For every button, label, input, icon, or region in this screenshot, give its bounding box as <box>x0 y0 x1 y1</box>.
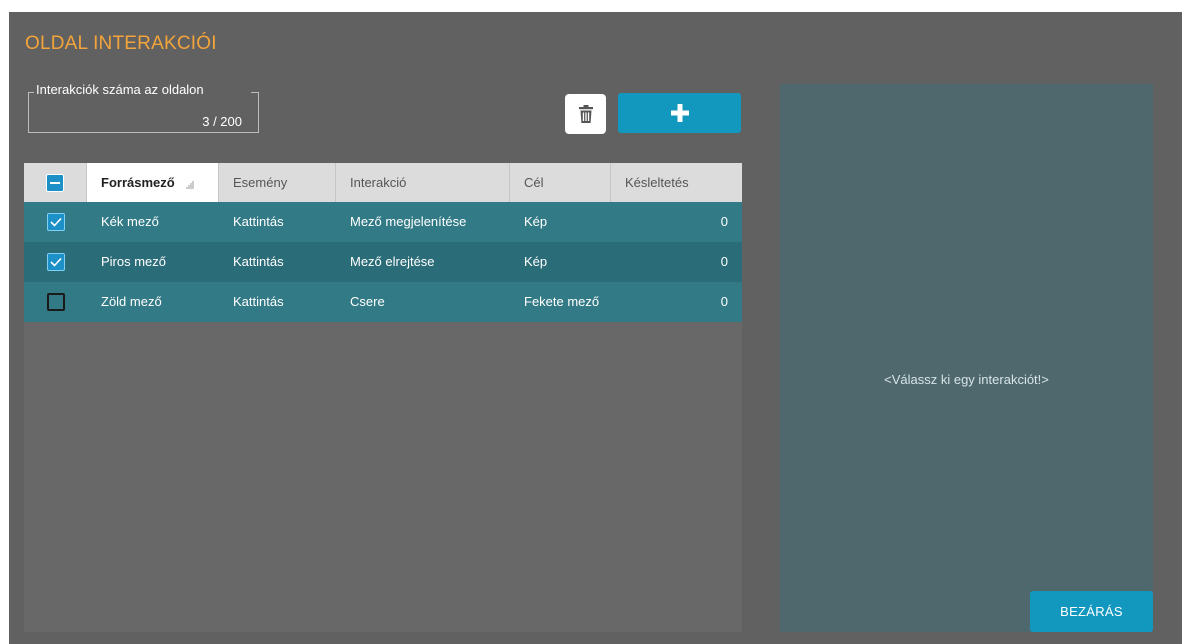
cell-target: Kép <box>524 214 548 229</box>
row-checkbox[interactable] <box>46 253 65 271</box>
cell-source: Zöld mező <box>101 294 162 309</box>
delete-button[interactable] <box>565 94 606 134</box>
plus-icon <box>670 104 689 122</box>
sort-icon <box>186 181 195 189</box>
cell-delay: 0 <box>720 214 728 229</box>
cell-source: Piros mező <box>101 254 167 269</box>
cell-interaction: Mező elrejtése <box>350 254 435 269</box>
cell-source: Kék mező <box>101 214 159 229</box>
row-checkbox[interactable] <box>46 213 65 231</box>
table-row[interactable]: Zöld mező Kattintás Csere Fekete mező 0 <box>24 282 742 322</box>
row-checkbox-cell <box>24 202 87 242</box>
table-row[interactable]: Piros mező Kattintás Mező elrejtése Kép … <box>24 242 742 282</box>
interactions-table: Forrásmező Esemény Interakció Cél Késlel… <box>24 163 742 632</box>
cell-interaction: Csere <box>350 294 385 309</box>
check-icon <box>49 217 62 227</box>
row-checkbox-cell <box>24 242 87 282</box>
row-checkbox-cell <box>24 282 87 322</box>
column-interaction[interactable]: Interakció <box>336 163 510 202</box>
dialog-title: OLDAL INTERAKCIÓI <box>25 33 217 54</box>
table-row[interactable]: Kék mező Kattintás Mező megjelenítése Ké… <box>24 202 742 242</box>
select-all-checkbox[interactable] <box>46 173 64 192</box>
cell-target: Fekete mező <box>524 294 600 309</box>
counter-value: 3 / 200 <box>202 114 242 129</box>
row-checkbox[interactable] <box>46 293 65 311</box>
interaction-details-panel: <Válassz ki egy interakciót!> <box>780 84 1153 632</box>
cell-interaction: Mező megjelenítése <box>350 214 467 229</box>
column-source-label: Forrásmező <box>101 175 175 190</box>
select-all-cell <box>24 163 87 202</box>
column-target[interactable]: Cél <box>510 163 611 202</box>
check-icon <box>49 257 62 267</box>
counter-label: Interakciók száma az oldalon <box>36 82 204 97</box>
column-event[interactable]: Esemény <box>219 163 336 202</box>
table-header: Forrásmező Esemény Interakció Cél Késlel… <box>24 163 742 202</box>
cell-event: Kattintás <box>233 214 284 229</box>
add-interaction-button[interactable] <box>618 93 741 133</box>
trash-icon <box>578 105 593 123</box>
cell-event: Kattintás <box>233 254 284 269</box>
cell-event: Kattintás <box>233 294 284 309</box>
cell-delay: 0 <box>720 254 728 269</box>
cell-target: Kép <box>524 254 548 269</box>
close-button[interactable]: BEZÁRÁS <box>1030 591 1153 632</box>
column-source[interactable]: Forrásmező <box>87 163 219 202</box>
details-placeholder: <Válassz ki egy interakciót!> <box>884 372 1049 387</box>
cell-delay: 0 <box>720 294 728 309</box>
column-delay[interactable]: Késleltetés <box>611 163 742 202</box>
minus-icon <box>50 181 60 184</box>
